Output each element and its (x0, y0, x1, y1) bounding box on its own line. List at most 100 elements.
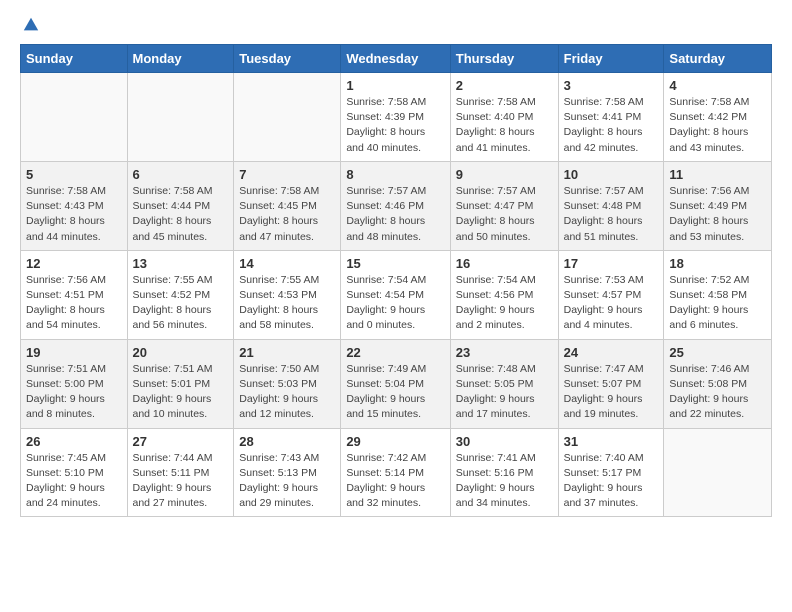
day-info: Sunrise: 7:56 AM Sunset: 4:49 PM Dayligh… (669, 184, 766, 245)
day-info: Sunrise: 7:41 AM Sunset: 5:16 PM Dayligh… (456, 451, 553, 512)
day-info: Sunrise: 7:48 AM Sunset: 5:05 PM Dayligh… (456, 362, 553, 423)
calendar-cell: 6 Sunrise: 7:58 AM Sunset: 4:44 PM Daylig… (127, 161, 234, 250)
day-info: Sunrise: 7:50 AM Sunset: 5:03 PM Dayligh… (239, 362, 335, 423)
calendar-week-2: 5 Sunrise: 7:58 AM Sunset: 4:43 PM Daylig… (21, 161, 772, 250)
calendar-week-1: 1 Sunrise: 7:58 AM Sunset: 4:39 PM Daylig… (21, 73, 772, 162)
day-info: Sunrise: 7:54 AM Sunset: 4:54 PM Dayligh… (346, 273, 444, 334)
calendar-cell: 24 Sunrise: 7:47 AM Sunset: 5:07 PM Dayli… (558, 339, 664, 428)
calendar-cell: 10Sunrise: 7:57 AM Sunset: 4:48 PM Dayli… (558, 161, 664, 250)
day-number: 28 (239, 434, 335, 449)
weekday-header-thursday: Thursday (450, 45, 558, 73)
day-number: 1 (346, 78, 444, 93)
day-info: Sunrise: 7:47 AM Sunset: 5:07 PM Dayligh… (564, 362, 659, 423)
day-number: 4 (669, 78, 766, 93)
day-info: Sunrise: 7:53 AM Sunset: 4:57 PM Dayligh… (564, 273, 659, 334)
day-number: 20 (133, 345, 229, 360)
day-number: 3 (564, 78, 659, 93)
calendar-cell: 15 Sunrise: 7:54 AM Sunset: 4:54 PM Dayli… (341, 250, 450, 339)
calendar-cell (234, 73, 341, 162)
calendar-week-3: 12Sunrise: 7:56 AM Sunset: 4:51 PM Dayli… (21, 250, 772, 339)
calendar-cell: 22 Sunrise: 7:49 AM Sunset: 5:04 PM Dayli… (341, 339, 450, 428)
day-info: Sunrise: 7:40 AM Sunset: 5:17 PM Dayligh… (564, 451, 659, 512)
calendar-cell: 7 Sunrise: 7:58 AM Sunset: 4:45 PM Daylig… (234, 161, 341, 250)
calendar-cell: 19 Sunrise: 7:51 AM Sunset: 5:00 PM Dayli… (21, 339, 128, 428)
day-info: Sunrise: 7:49 AM Sunset: 5:04 PM Dayligh… (346, 362, 444, 423)
day-number: 5 (26, 167, 122, 182)
day-number: 16 (456, 256, 553, 271)
day-info: Sunrise: 7:58 AM Sunset: 4:40 PM Dayligh… (456, 95, 553, 156)
weekday-header-monday: Monday (127, 45, 234, 73)
day-number: 22 (346, 345, 444, 360)
calendar-cell: 31 Sunrise: 7:40 AM Sunset: 5:17 PM Dayli… (558, 428, 664, 517)
calendar-cell (127, 73, 234, 162)
day-info: Sunrise: 7:57 AM Sunset: 4:47 PM Dayligh… (456, 184, 553, 245)
day-info: Sunrise: 7:51 AM Sunset: 5:00 PM Dayligh… (26, 362, 122, 423)
day-number: 14 (239, 256, 335, 271)
day-info: Sunrise: 7:58 AM Sunset: 4:44 PM Dayligh… (133, 184, 229, 245)
calendar-cell: 8 Sunrise: 7:57 AM Sunset: 4:46 PM Daylig… (341, 161, 450, 250)
calendar-cell: 1 Sunrise: 7:58 AM Sunset: 4:39 PM Daylig… (341, 73, 450, 162)
day-info: Sunrise: 7:58 AM Sunset: 4:42 PM Dayligh… (669, 95, 766, 156)
day-number: 7 (239, 167, 335, 182)
calendar-cell: 29 Sunrise: 7:42 AM Sunset: 5:14 PM Dayli… (341, 428, 450, 517)
day-number: 12 (26, 256, 122, 271)
weekday-header-row: SundayMondayTuesdayWednesdayThursdayFrid… (21, 45, 772, 73)
day-info: Sunrise: 7:57 AM Sunset: 4:46 PM Dayligh… (346, 184, 444, 245)
logo-icon (22, 16, 40, 34)
header (20, 16, 772, 34)
calendar-cell: 27Sunrise: 7:44 AM Sunset: 5:11 PM Dayli… (127, 428, 234, 517)
day-info: Sunrise: 7:58 AM Sunset: 4:45 PM Dayligh… (239, 184, 335, 245)
calendar-cell: 9 Sunrise: 7:57 AM Sunset: 4:47 PM Daylig… (450, 161, 558, 250)
day-info: Sunrise: 7:54 AM Sunset: 4:56 PM Dayligh… (456, 273, 553, 334)
calendar-cell: 30Sunrise: 7:41 AM Sunset: 5:16 PM Dayli… (450, 428, 558, 517)
calendar-cell: 20Sunrise: 7:51 AM Sunset: 5:01 PM Dayli… (127, 339, 234, 428)
day-number: 26 (26, 434, 122, 449)
calendar-week-5: 26 Sunrise: 7:45 AM Sunset: 5:10 PM Dayli… (21, 428, 772, 517)
day-info: Sunrise: 7:58 AM Sunset: 4:39 PM Dayligh… (346, 95, 444, 156)
calendar-cell: 26 Sunrise: 7:45 AM Sunset: 5:10 PM Dayli… (21, 428, 128, 517)
calendar-cell: 23 Sunrise: 7:48 AM Sunset: 5:05 PM Dayli… (450, 339, 558, 428)
day-number: 31 (564, 434, 659, 449)
day-number: 29 (346, 434, 444, 449)
weekday-header-wednesday: Wednesday (341, 45, 450, 73)
day-info: Sunrise: 7:42 AM Sunset: 5:14 PM Dayligh… (346, 451, 444, 512)
day-number: 17 (564, 256, 659, 271)
day-number: 2 (456, 78, 553, 93)
weekday-header-saturday: Saturday (664, 45, 772, 73)
calendar-cell: 5 Sunrise: 7:58 AM Sunset: 4:43 PM Daylig… (21, 161, 128, 250)
calendar-cell: 12Sunrise: 7:56 AM Sunset: 4:51 PM Dayli… (21, 250, 128, 339)
day-number: 13 (133, 256, 229, 271)
day-info: Sunrise: 7:58 AM Sunset: 4:43 PM Dayligh… (26, 184, 122, 245)
weekday-header-friday: Friday (558, 45, 664, 73)
day-number: 8 (346, 167, 444, 182)
calendar-week-4: 19 Sunrise: 7:51 AM Sunset: 5:00 PM Dayli… (21, 339, 772, 428)
calendar-cell: 14 Sunrise: 7:55 AM Sunset: 4:53 PM Dayli… (234, 250, 341, 339)
calendar-cell: 17 Sunrise: 7:53 AM Sunset: 4:57 PM Dayli… (558, 250, 664, 339)
day-info: Sunrise: 7:55 AM Sunset: 4:53 PM Dayligh… (239, 273, 335, 334)
day-number: 15 (346, 256, 444, 271)
day-number: 19 (26, 345, 122, 360)
calendar-cell: 11Sunrise: 7:56 AM Sunset: 4:49 PM Dayli… (664, 161, 772, 250)
day-number: 6 (133, 167, 229, 182)
day-info: Sunrise: 7:58 AM Sunset: 4:41 PM Dayligh… (564, 95, 659, 156)
calendar-cell: 13 Sunrise: 7:55 AM Sunset: 4:52 PM Dayli… (127, 250, 234, 339)
day-number: 23 (456, 345, 553, 360)
day-info: Sunrise: 7:57 AM Sunset: 4:48 PM Dayligh… (564, 184, 659, 245)
day-info: Sunrise: 7:55 AM Sunset: 4:52 PM Dayligh… (133, 273, 229, 334)
calendar-cell: 2 Sunrise: 7:58 AM Sunset: 4:40 PM Daylig… (450, 73, 558, 162)
calendar-cell: 28 Sunrise: 7:43 AM Sunset: 5:13 PM Dayli… (234, 428, 341, 517)
calendar-cell: 3 Sunrise: 7:58 AM Sunset: 4:41 PM Daylig… (558, 73, 664, 162)
calendar-table: SundayMondayTuesdayWednesdayThursdayFrid… (20, 44, 772, 517)
calendar-cell (664, 428, 772, 517)
calendar-cell: 25 Sunrise: 7:46 AM Sunset: 5:08 PM Dayli… (664, 339, 772, 428)
calendar-cell: 16 Sunrise: 7:54 AM Sunset: 4:56 PM Dayli… (450, 250, 558, 339)
day-info: Sunrise: 7:45 AM Sunset: 5:10 PM Dayligh… (26, 451, 122, 512)
day-info: Sunrise: 7:46 AM Sunset: 5:08 PM Dayligh… (669, 362, 766, 423)
day-info: Sunrise: 7:43 AM Sunset: 5:13 PM Dayligh… (239, 451, 335, 512)
calendar-cell: 21Sunrise: 7:50 AM Sunset: 5:03 PM Dayli… (234, 339, 341, 428)
day-number: 25 (669, 345, 766, 360)
day-number: 9 (456, 167, 553, 182)
logo (20, 16, 40, 34)
day-info: Sunrise: 7:44 AM Sunset: 5:11 PM Dayligh… (133, 451, 229, 512)
day-number: 24 (564, 345, 659, 360)
